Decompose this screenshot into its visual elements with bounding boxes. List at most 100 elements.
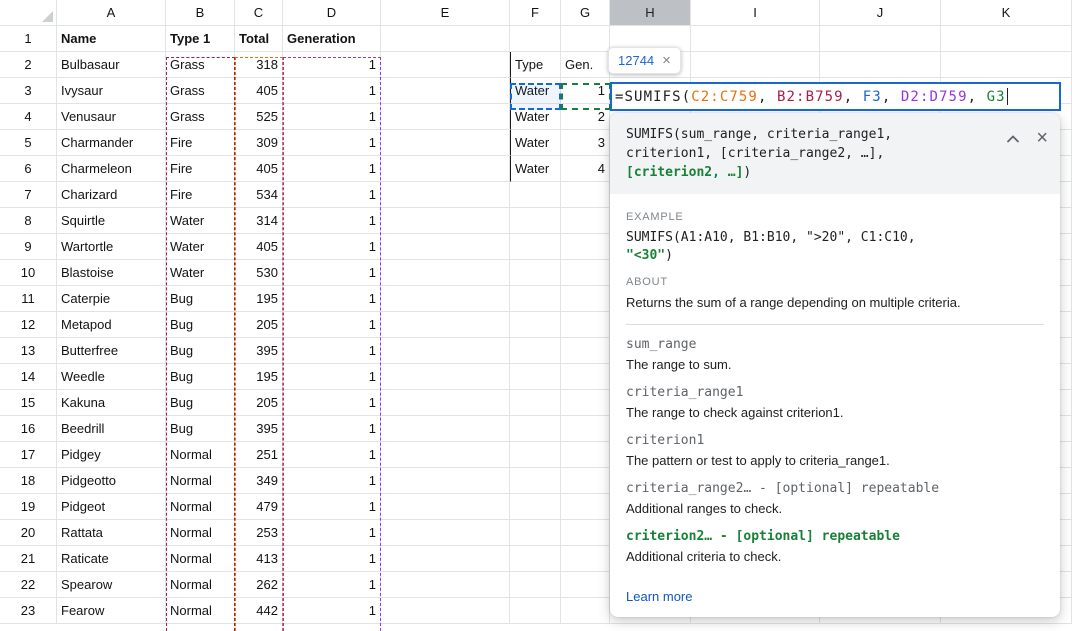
learn-more-link[interactable]: Learn more — [626, 589, 692, 604]
cell-F18[interactable] — [510, 468, 561, 494]
column-header-H[interactable]: H — [610, 0, 691, 26]
close-icon[interactable]: × — [1036, 128, 1048, 148]
row-header-10[interactable]: 10 — [0, 260, 57, 286]
cell-A18[interactable]: Pidgeotto — [57, 468, 166, 494]
cell-C5[interactable]: 309 — [235, 130, 283, 156]
cell-C12[interactable]: 205 — [235, 312, 283, 338]
cell-G5[interactable]: 3 — [561, 130, 610, 156]
cell-D22[interactable]: 1 — [283, 572, 381, 598]
cell-G22[interactable] — [561, 572, 610, 598]
cell-C14[interactable]: 195 — [235, 364, 283, 390]
cell-D8[interactable]: 1 — [283, 208, 381, 234]
column-header-E[interactable]: E — [381, 0, 510, 26]
cell-G11[interactable] — [561, 286, 610, 312]
cell-D14[interactable]: 1 — [283, 364, 381, 390]
cell-F7[interactable] — [510, 182, 561, 208]
cell-B2[interactable]: Grass — [166, 52, 235, 78]
cell-A11[interactable]: Caterpie — [57, 286, 166, 312]
row-header-5[interactable]: 5 — [0, 130, 57, 156]
cell-B4[interactable]: Grass — [166, 104, 235, 130]
cell-F2[interactable]: Type — [510, 52, 561, 78]
cell-E14[interactable] — [381, 364, 510, 390]
cell-B14[interactable]: Bug — [166, 364, 235, 390]
cell-C17[interactable]: 251 — [235, 442, 283, 468]
cell-G12[interactable] — [561, 312, 610, 338]
cell-C4[interactable]: 525 — [235, 104, 283, 130]
cell-D13[interactable]: 1 — [283, 338, 381, 364]
row-header-14[interactable]: 14 — [0, 364, 57, 390]
cell-E4[interactable] — [381, 104, 510, 130]
cell-B19[interactable]: Normal — [166, 494, 235, 520]
cell-E9[interactable] — [381, 234, 510, 260]
cell-G18[interactable] — [561, 468, 610, 494]
row-header-22[interactable]: 22 — [0, 572, 57, 598]
cell-G2[interactable]: Gen. — [561, 52, 610, 78]
cell-G16[interactable] — [561, 416, 610, 442]
cell-C8[interactable]: 314 — [235, 208, 283, 234]
cell-C9[interactable]: 405 — [235, 234, 283, 260]
cell-A12[interactable]: Metapod — [57, 312, 166, 338]
cell-C11[interactable]: 195 — [235, 286, 283, 312]
cell-B12[interactable]: Bug — [166, 312, 235, 338]
cell-C7[interactable]: 534 — [235, 182, 283, 208]
cell-B21[interactable]: Normal — [166, 546, 235, 572]
cell-F4[interactable]: Water — [510, 104, 561, 130]
formula-editor[interactable]: =SUMIFS(C2:C759, B2:B759, F3, D2:D759, G… — [610, 82, 1061, 111]
cell-C2[interactable]: 318 — [235, 52, 283, 78]
cell-A21[interactable]: Raticate — [57, 546, 166, 572]
cell-G9[interactable] — [561, 234, 610, 260]
cell-A10[interactable]: Blastoise — [57, 260, 166, 286]
cell-A19[interactable]: Pidgeot — [57, 494, 166, 520]
cell-E20[interactable] — [381, 520, 510, 546]
cell-A20[interactable]: Rattata — [57, 520, 166, 546]
cell-B22[interactable]: Normal — [166, 572, 235, 598]
cell-C23[interactable]: 442 — [235, 598, 283, 624]
collapse-chevron-up-icon[interactable] — [1006, 134, 1020, 143]
cell-A2[interactable]: Bulbasaur — [57, 52, 166, 78]
cell-B20[interactable]: Normal — [166, 520, 235, 546]
cell-D15[interactable]: 1 — [283, 390, 381, 416]
cell-D23[interactable]: 1 — [283, 598, 381, 624]
cell-G1[interactable] — [561, 26, 610, 52]
cell-J2[interactable] — [820, 52, 941, 78]
column-header-A[interactable]: A — [57, 0, 166, 26]
select-all-corner[interactable] — [0, 0, 57, 26]
cell-D2[interactable]: 1 — [283, 52, 381, 78]
cell-G14[interactable] — [561, 364, 610, 390]
cell-C18[interactable]: 349 — [235, 468, 283, 494]
row-header-7[interactable]: 7 — [0, 182, 57, 208]
cell-B11[interactable]: Bug — [166, 286, 235, 312]
cell-C22[interactable]: 262 — [235, 572, 283, 598]
cell-E11[interactable] — [381, 286, 510, 312]
cell-F6[interactable]: Water — [510, 156, 561, 182]
row-header-9[interactable]: 9 — [0, 234, 57, 260]
column-header-C[interactable]: C — [235, 0, 283, 26]
cell-E22[interactable] — [381, 572, 510, 598]
cell-C16[interactable]: 395 — [235, 416, 283, 442]
cell-F1[interactable] — [510, 26, 561, 52]
cell-A3[interactable]: Ivysaur — [57, 78, 166, 104]
cell-D5[interactable]: 1 — [283, 130, 381, 156]
close-icon[interactable]: × — [662, 53, 671, 68]
cell-G4[interactable]: 2 — [561, 104, 610, 130]
cell-F21[interactable] — [510, 546, 561, 572]
cell-A23[interactable]: Fearow — [57, 598, 166, 624]
cell-C13[interactable]: 395 — [235, 338, 283, 364]
cell-D21[interactable]: 1 — [283, 546, 381, 572]
cell-F16[interactable] — [510, 416, 561, 442]
cell-F20[interactable] — [510, 520, 561, 546]
row-header-1[interactable]: 1 — [0, 26, 57, 52]
row-header-11[interactable]: 11 — [0, 286, 57, 312]
cell-B23[interactable]: Normal — [166, 598, 235, 624]
column-header-D[interactable]: D — [283, 0, 381, 26]
row-header-12[interactable]: 12 — [0, 312, 57, 338]
cell-J1[interactable] — [820, 26, 941, 52]
row-header-4[interactable]: 4 — [0, 104, 57, 130]
row-header-21[interactable]: 21 — [0, 546, 57, 572]
row-header-3[interactable]: 3 — [0, 78, 57, 104]
cell-F23[interactable] — [510, 598, 561, 624]
cell-A15[interactable]: Kakuna — [57, 390, 166, 416]
cell-D1[interactable]: Generation — [283, 26, 381, 52]
cell-A13[interactable]: Butterfree — [57, 338, 166, 364]
cell-B7[interactable]: Fire — [166, 182, 235, 208]
